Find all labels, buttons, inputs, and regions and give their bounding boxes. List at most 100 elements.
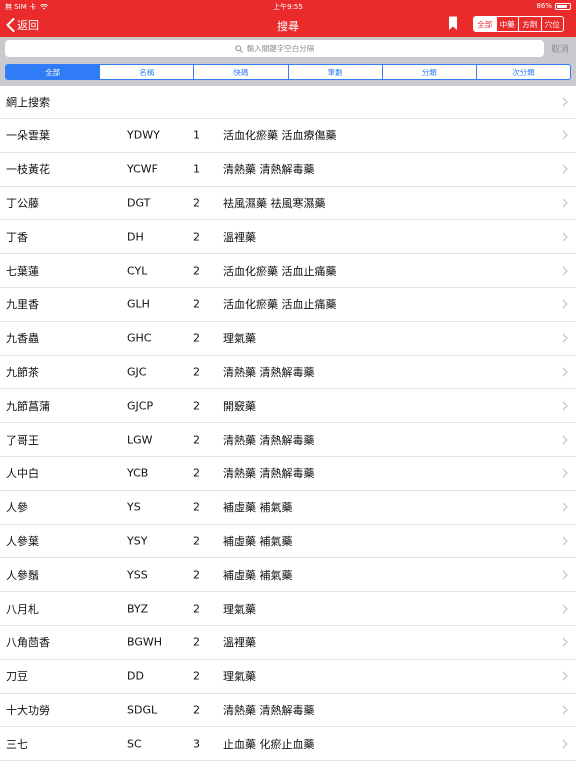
list-item[interactable]: 九香蟲 GHC 2 理氣藥 xyxy=(0,322,576,356)
herb-quick-code: GJCP xyxy=(127,399,154,413)
list-item[interactable]: 人參葉 YSY 2 補虛藥 補氣藥 xyxy=(0,525,576,559)
herb-quick-code: YDWY xyxy=(127,128,160,142)
list-item[interactable]: 九節菖蒲 GJCP 2 開竅藥 xyxy=(0,389,576,424)
web-search-row[interactable]: 網上搜索 xyxy=(0,86,576,119)
herb-quick-code: YCB xyxy=(127,466,149,480)
herb-name: 丁香 xyxy=(6,230,28,244)
battery-percent: 86% xyxy=(536,2,552,10)
bookmark-icon[interactable] xyxy=(448,16,458,31)
list-item[interactable]: 九節茶 GJC 2 清熱藥 清熱解毒藥 xyxy=(0,356,576,390)
chevron-right-icon xyxy=(562,333,568,343)
chevron-right-icon xyxy=(562,97,568,107)
herb-quick-code: YS xyxy=(127,500,141,514)
battery-icon xyxy=(555,2,571,10)
herb-name: 九里香 xyxy=(6,298,39,312)
status-bar: 無 SIM 卡 上午9:55 86% xyxy=(0,0,576,12)
cancel-button[interactable]: 取消 xyxy=(551,42,569,55)
chevron-right-icon xyxy=(562,468,568,478)
list-item[interactable]: 丁香 DH 2 溫裡藥 xyxy=(0,220,576,255)
list-item[interactable]: 了哥王 LGW 2 清熱藥 清熱解毒藥 xyxy=(0,423,576,457)
herb-quick-code: CYL xyxy=(127,264,148,278)
filter-tab-category[interactable]: 分類 xyxy=(381,65,476,79)
list-item[interactable]: 人中白 YCB 2 清熱藥 清熱解毒藥 xyxy=(0,457,576,491)
scope-tab-all[interactable]: 全部 xyxy=(474,17,496,31)
herb-category: 開竅藥 xyxy=(223,399,256,413)
filter-tab-name[interactable]: 名稱 xyxy=(99,65,193,79)
filter-tab-quick-code[interactable]: 快碼 xyxy=(193,65,287,79)
list-item[interactable]: 人參鬚 YSS 2 補虛藥 補氣藥 xyxy=(0,558,576,593)
herb-category: 溫裡藥 xyxy=(223,636,256,650)
list-item[interactable]: 人參 YS 2 補虛藥 補氣藥 xyxy=(0,491,576,525)
search-placeholder: 輸入關鍵字空白分隔 xyxy=(246,44,315,53)
herb-quick-code: SC xyxy=(127,737,142,751)
list-item[interactable]: 七葉蓮 CYL 2 活血化瘀藥 活血止痛藥 xyxy=(0,254,576,288)
herb-quick-code: BGWH xyxy=(127,635,163,649)
herb-quick-code: BYZ xyxy=(127,602,149,616)
chevron-right-icon xyxy=(562,367,568,377)
chevron-right-icon xyxy=(562,536,568,546)
search-input[interactable]: 輸入關鍵字空白分隔 xyxy=(5,40,544,57)
herb-category: 理氣藥 xyxy=(223,332,256,346)
chevron-right-icon xyxy=(562,604,568,614)
scope-tab-formulas[interactable]: 方劑 xyxy=(518,17,541,31)
scope-segmented-control: 全部 中藥 方劑 穴位 xyxy=(473,16,564,32)
chevron-right-icon xyxy=(562,164,568,174)
herb-category: 清熱藥 清熱解毒藥 xyxy=(223,365,315,379)
herb-name: 三七 xyxy=(6,737,28,751)
filter-tab-all[interactable]: 全部 xyxy=(6,65,100,79)
herb-category: 清熱藥 清熱解毒藥 xyxy=(223,433,315,447)
list-item[interactable]: 九里香 GLH 2 活血化瘀藥 活血止痛藥 xyxy=(0,288,576,322)
list-item[interactable]: 一朵雲葉 YDWY 1 活血化瘀藥 活血療傷藥 xyxy=(0,119,576,153)
herb-stroke-count: 2 xyxy=(193,297,200,311)
back-chevron-icon xyxy=(6,17,15,32)
battery-status: 86% xyxy=(536,2,571,10)
herb-quick-code: YCWF xyxy=(127,162,159,176)
list-item[interactable]: 刀豆 DD 2 理氣藥 xyxy=(0,660,576,694)
herb-stroke-count: 2 xyxy=(193,635,200,649)
filter-tab-subcategory[interactable]: 次分類 xyxy=(475,65,570,79)
herb-quick-code: YSS xyxy=(127,568,148,582)
herb-category: 止血藥 化瘀止血藥 xyxy=(223,737,315,751)
herb-category: 活血化瘀藥 活血療傷藥 xyxy=(223,129,337,143)
list-item[interactable]: 一枝黃花 YCWF 1 清熱藥 清熱解毒藥 xyxy=(0,153,576,187)
list-item[interactable]: 八角茴香 BGWH 2 溫裡藥 xyxy=(0,626,576,660)
herb-quick-code: GJC xyxy=(127,365,147,379)
list-item[interactable]: 三七 SC 3 止血藥 化瘀止血藥 xyxy=(0,727,576,762)
chevron-right-icon xyxy=(562,401,568,411)
back-button[interactable]: 返回 xyxy=(6,16,39,33)
chevron-right-icon xyxy=(562,435,568,445)
herb-category: 清熱藥 清熱解毒藥 xyxy=(223,703,315,717)
herb-stroke-count: 2 xyxy=(193,500,200,514)
herb-category: 活血化瘀藥 活血止痛藥 xyxy=(223,298,337,312)
herb-stroke-count: 2 xyxy=(193,669,200,683)
herb-quick-code: DD xyxy=(127,669,144,683)
results-list: 網上搜索 一朵雲葉 YDWY 1 活血化瘀藥 活血療傷藥 一枝黃花 YCWF 1 清熱藥 清熱… xyxy=(0,86,576,762)
herb-quick-code: GLH xyxy=(127,297,150,311)
nav-bar: 返回 搜尋 全部 中藥 方劑 穴位 xyxy=(0,12,576,37)
herb-category: 補虛藥 補氣藥 xyxy=(223,501,293,515)
chevron-right-icon xyxy=(562,637,568,647)
herb-name: 九香蟲 xyxy=(6,332,39,346)
herb-name: 一朵雲葉 xyxy=(6,129,50,143)
herb-stroke-count: 2 xyxy=(193,568,200,582)
filter-tab-strokes[interactable]: 筆劃 xyxy=(287,65,382,79)
herb-stroke-count: 3 xyxy=(193,737,200,751)
herb-category: 活血化瘀藥 活血止痛藥 xyxy=(223,264,337,278)
scope-tab-acupoints[interactable]: 穴位 xyxy=(540,17,564,31)
list-item[interactable]: 丁公藤 DGT 2 祛風濕藥 祛風寒濕藥 xyxy=(0,187,576,221)
scope-tab-herbs[interactable]: 中藥 xyxy=(495,17,519,31)
herb-category: 補虛藥 補氣藥 xyxy=(223,568,293,582)
herb-name: 人參鬚 xyxy=(6,568,39,582)
herb-stroke-count: 2 xyxy=(193,534,200,548)
search-icon xyxy=(235,44,243,53)
list-item[interactable]: 八月札 BYZ 2 理氣藥 xyxy=(0,592,576,626)
herb-quick-code: SDGL xyxy=(127,703,158,717)
herb-name: 七葉蓮 xyxy=(6,264,39,278)
herb-category: 理氣藥 xyxy=(223,670,256,684)
list-item[interactable]: 十大功勞 SDGL 2 清熱藥 清熱解毒藥 xyxy=(0,694,576,728)
clock: 上午9:55 xyxy=(273,3,303,11)
herb-quick-code: YSY xyxy=(127,534,148,548)
herb-category: 溫裡藥 xyxy=(223,230,256,244)
herb-name: 人中白 xyxy=(6,467,39,481)
herb-stroke-count: 2 xyxy=(193,365,200,379)
